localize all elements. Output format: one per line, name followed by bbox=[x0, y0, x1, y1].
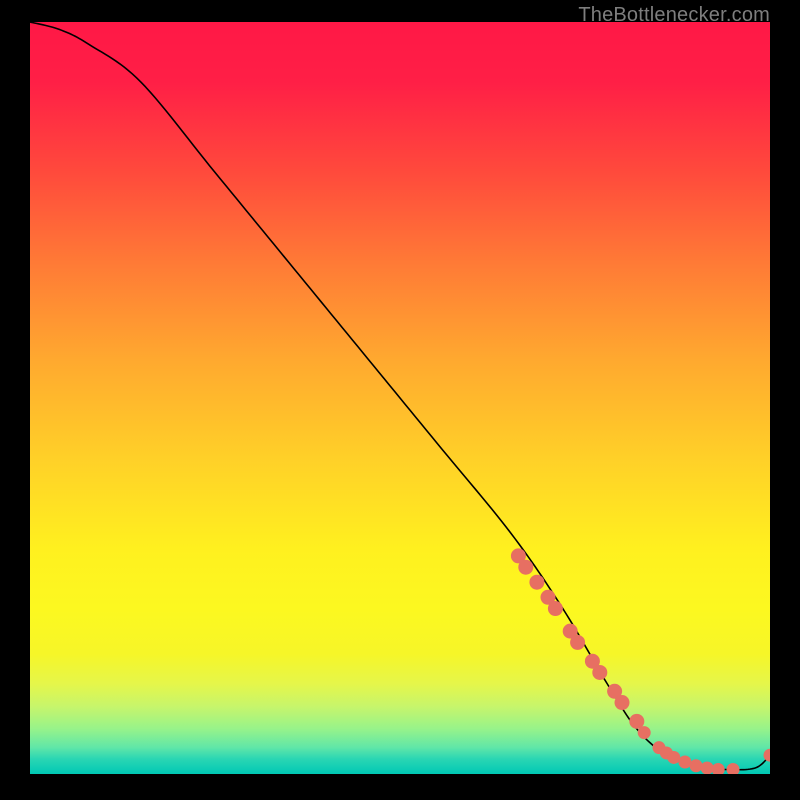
data-marker bbox=[701, 761, 714, 774]
chart-area bbox=[30, 22, 770, 774]
data-marker bbox=[529, 575, 544, 590]
data-marker bbox=[570, 635, 585, 650]
data-marker bbox=[727, 763, 740, 774]
data-marker bbox=[667, 751, 680, 764]
data-marker bbox=[592, 665, 607, 680]
source-attribution: TheBottlenecker.com bbox=[578, 4, 770, 27]
data-markers bbox=[511, 548, 770, 774]
chart-svg bbox=[30, 22, 770, 774]
bottleneck-curve bbox=[30, 22, 770, 770]
data-marker bbox=[712, 763, 725, 774]
data-marker bbox=[615, 695, 630, 710]
data-marker bbox=[764, 749, 771, 762]
data-marker bbox=[518, 560, 533, 575]
data-marker bbox=[548, 601, 563, 616]
data-marker bbox=[690, 759, 703, 772]
data-marker bbox=[638, 726, 651, 739]
data-marker bbox=[678, 755, 691, 768]
